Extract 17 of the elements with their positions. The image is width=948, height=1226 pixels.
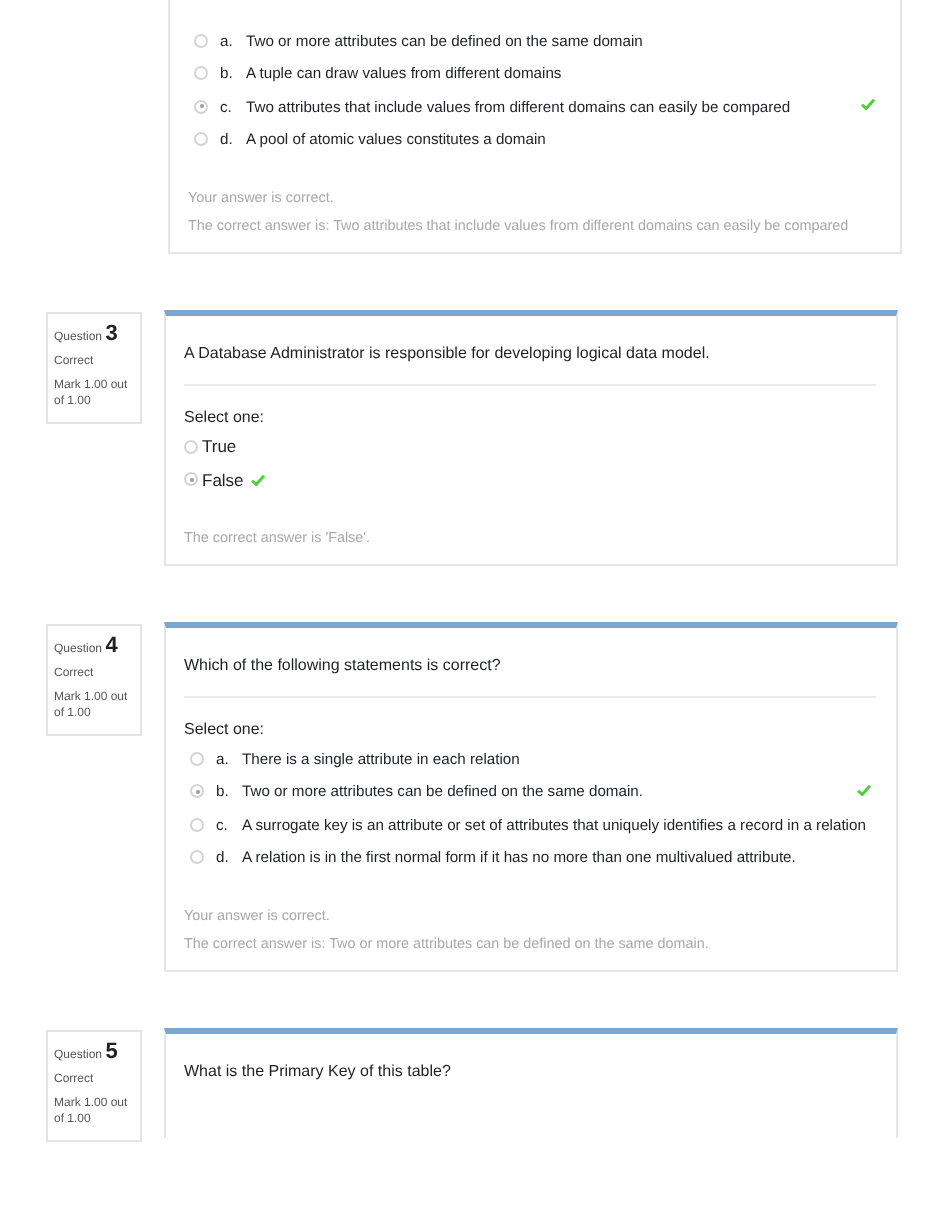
radio-button[interactable] <box>194 132 208 147</box>
select-one-label: Select one: <box>184 720 267 738</box>
radio-button[interactable] <box>184 439 198 454</box>
radio-button[interactable] <box>190 784 204 799</box>
radio-button[interactable] <box>184 472 198 487</box>
radio-button[interactable] <box>194 99 208 114</box>
radio-button[interactable] <box>190 817 204 832</box>
radio-button[interactable] <box>190 850 204 865</box>
option-text: False <box>202 469 244 490</box>
question-text: What is the Primary Key of this table? <box>184 1062 453 1080</box>
radio-button[interactable] <box>194 66 208 81</box>
question-text: Which of the following statements is correct? <box>184 656 503 674</box>
question-text: A Database Administrator is responsible for developing logical data model. <box>184 344 712 362</box>
radio-button[interactable] <box>194 33 208 48</box>
radio-button[interactable] <box>190 751 204 766</box>
option-text: True <box>202 436 237 457</box>
select-one-label: Select one: <box>184 408 267 426</box>
